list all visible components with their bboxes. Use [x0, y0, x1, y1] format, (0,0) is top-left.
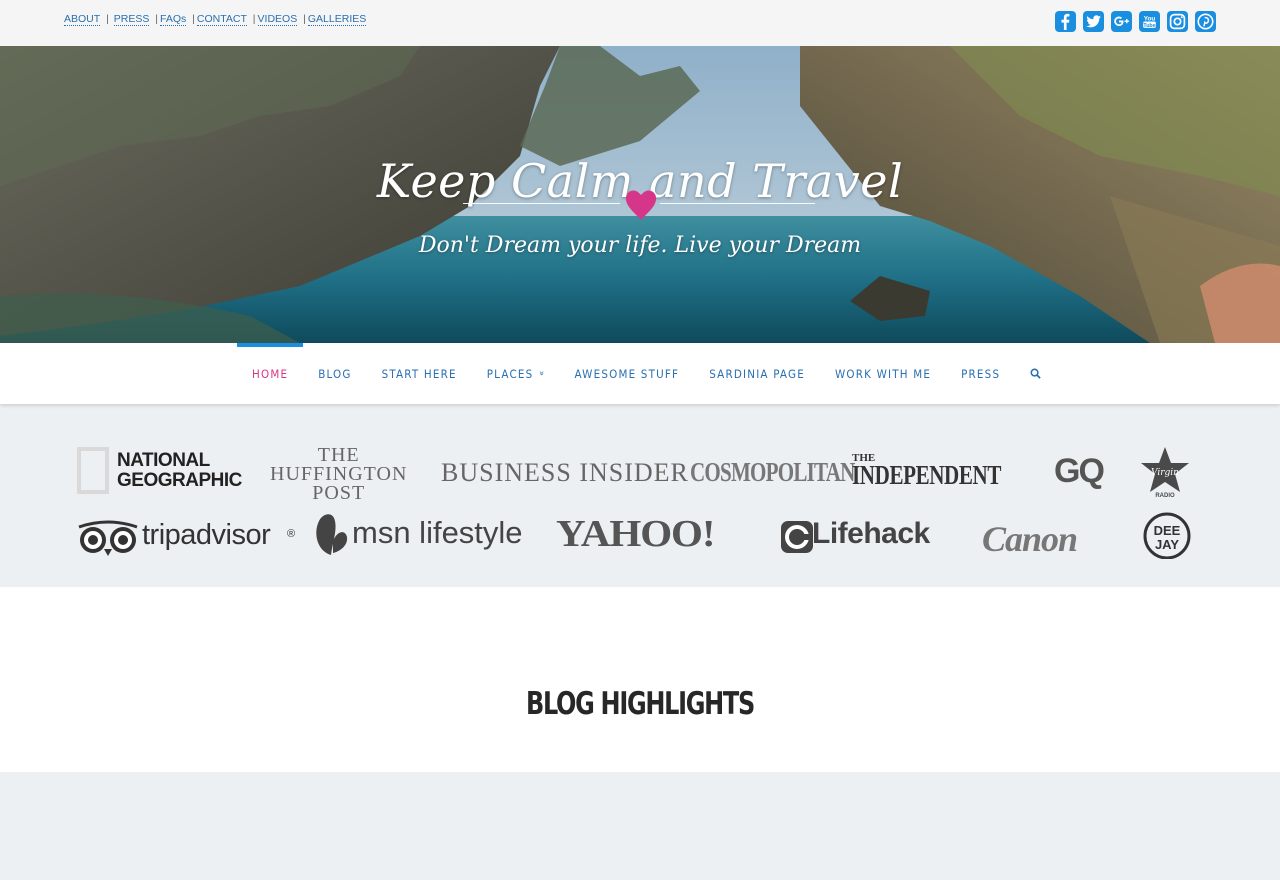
nav-label: BLOG: [318, 366, 352, 381]
pinterest-icon[interactable]: [1195, 11, 1216, 32]
content-area: [0, 772, 1280, 880]
svg-text:JAY: JAY: [1155, 537, 1179, 552]
nav-menu: HOME BLOG START HERE PLACES» AWESOME STU…: [237, 343, 1056, 404]
section-title: BLOG HIGHLIGHTS: [525, 686, 755, 722]
nav-label: SARDINIA PAGE: [709, 366, 805, 381]
nav-start-here[interactable]: START HERE: [367, 343, 472, 404]
independent-logo: INDEPENDENT: [852, 460, 1002, 490]
svg-text:DEE: DEE: [1154, 523, 1181, 538]
logo-divider-left: [463, 203, 620, 204]
business-insider-logo: BUSINESS INSIDER: [441, 458, 689, 487]
nav-label: HOME: [252, 366, 289, 381]
svg-text:Virgin: Virgin: [1151, 468, 1179, 478]
youtube-icon[interactable]: You Tube: [1139, 11, 1160, 32]
msn-butterfly-icon: [316, 514, 348, 555]
svg-text:RADIO: RADIO: [1155, 493, 1175, 499]
twitter-icon[interactable]: [1083, 11, 1104, 32]
nav-label: AWESOME STUFF: [574, 366, 680, 381]
heart-icon: [625, 190, 657, 220]
blog-highlights-section: [0, 587, 1280, 772]
nav-places[interactable]: PLACES»: [472, 343, 560, 404]
separator: |: [189, 13, 195, 25]
nav-home[interactable]: HOME: [237, 343, 304, 404]
separator: |: [300, 13, 306, 25]
nav-label: WORK WITH ME: [834, 366, 932, 381]
google-plus-icon[interactable]: [1111, 11, 1132, 32]
facebook-icon[interactable]: [1055, 11, 1076, 32]
instagram-icon[interactable]: [1167, 11, 1188, 32]
nav-label: PLACES: [486, 366, 534, 381]
virgin-radio-logo: Virgin RADIO: [1141, 447, 1189, 499]
videos-link[interactable]: VIDEOS: [257, 13, 298, 26]
logo-divider-right: [660, 203, 815, 204]
top-links: ABOUT | PRESS | FAQs | CONTACT | VIDEOS | GA…: [64, 13, 367, 26]
press-link[interactable]: PRESS: [113, 13, 150, 26]
cosmopolitan-logo: COSMOPOLITAN: [690, 457, 855, 487]
tripadvisor-logo: tripadvisor: [142, 519, 271, 551]
nav-press[interactable]: PRESS: [946, 343, 1015, 404]
separator: |: [249, 13, 256, 25]
nav-label: PRESS: [961, 366, 1001, 381]
radio-deejay-logo: DEE JAY: [1143, 512, 1191, 559]
nav-sardinia-page[interactable]: SARDINIA PAGE: [694, 343, 820, 404]
national-geographic-logo: NATIONAL GEOGRAPHIC: [117, 450, 242, 491]
tripadvisor-owl-icon: [78, 520, 138, 556]
svg-text:Tube: Tube: [1143, 23, 1155, 29]
chevron-down-icon: »: [536, 370, 547, 377]
galleries-link[interactable]: GALLERIES: [307, 13, 367, 26]
search-icon: [1030, 368, 1041, 379]
separator: |: [103, 13, 112, 25]
about-link[interactable]: ABOUT: [64, 13, 101, 26]
press-logos-band: [0, 404, 1280, 587]
national-geographic-logo-frame: [77, 447, 109, 494]
gq-logo: GQ: [1054, 452, 1105, 490]
msn-lifestyle-logo: msn lifestyle: [352, 515, 523, 550]
main-navigation: HOME BLOG START HERE PLACES» AWESOME STU…: [0, 343, 1280, 404]
nav-search-button[interactable]: [1015, 343, 1056, 404]
nav-awesome-stuff[interactable]: AWESOME STUFF: [560, 343, 695, 404]
huffington-post-logo: THE HUFFINGTON POST: [270, 444, 408, 504]
social-links: You Tube: [1055, 11, 1216, 32]
nav-label: START HERE: [381, 366, 457, 381]
svg-text:You: You: [1144, 15, 1156, 22]
separator: |: [152, 13, 158, 25]
nav-blog[interactable]: BLOG: [303, 343, 366, 404]
site-tagline: Don't Dream your life. Live your Dream: [418, 233, 862, 258]
top-bar: ABOUT | PRESS | FAQs | CONTACT | VIDEOS | GA…: [0, 0, 1280, 46]
contact-link[interactable]: CONTACT: [196, 13, 247, 26]
hero-banner: Keep Calm and Travel Don't Dream your li…: [0, 46, 1280, 343]
nav-work-with-me[interactable]: WORK WITH ME: [820, 343, 946, 404]
lifehack-icon: [781, 521, 813, 553]
lifehack-logo: Lifehack: [812, 517, 930, 550]
yahoo-logo: YAHOO!: [556, 513, 716, 555]
canon-logo: Canon: [982, 519, 1078, 559]
faqs-link[interactable]: FAQs: [160, 13, 187, 26]
registered-mark: ®: [287, 528, 296, 540]
